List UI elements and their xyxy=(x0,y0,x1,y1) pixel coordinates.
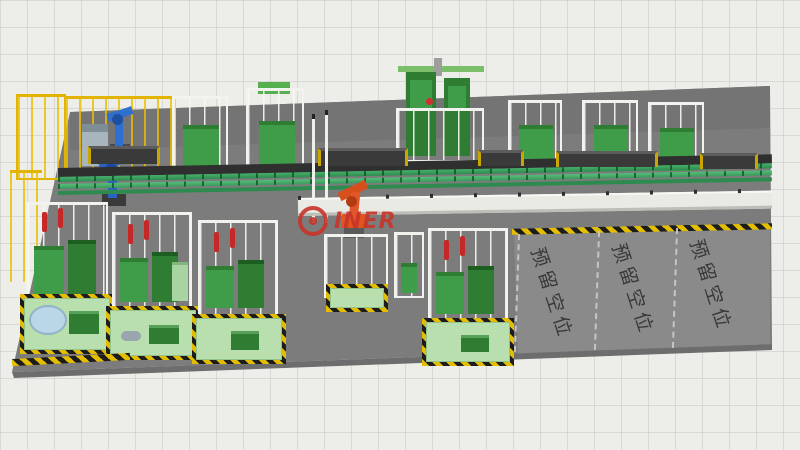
conveyor-segment xyxy=(478,150,524,166)
green-machine-dark xyxy=(238,260,264,308)
red-column xyxy=(144,220,149,240)
conveyor-segment xyxy=(88,146,160,164)
factory-3d-viewport[interactable]: 预留空位 预留空位 预留空位 xyxy=(0,0,800,450)
robot-mat xyxy=(326,284,388,312)
station-mat-surface xyxy=(24,298,110,350)
red-column xyxy=(128,224,133,244)
coolant-tank xyxy=(29,305,67,335)
green-machine xyxy=(120,258,148,302)
station-mat-surface xyxy=(426,322,510,362)
pump-unit xyxy=(231,331,259,350)
green-machine xyxy=(436,272,464,314)
red-column xyxy=(444,240,449,260)
workstation-cell xyxy=(420,226,516,368)
robot-joint xyxy=(112,114,123,125)
station-mat xyxy=(20,294,114,354)
pump-unit xyxy=(69,311,99,334)
station-mat-surface xyxy=(110,310,196,356)
robot-mat-surface xyxy=(330,288,384,308)
green-machine xyxy=(34,246,64,294)
central-press-machine xyxy=(398,64,484,162)
red-column xyxy=(58,208,63,228)
green-machine xyxy=(401,263,417,293)
green-machine-dark xyxy=(468,266,494,314)
status-lamp-red xyxy=(426,98,433,105)
station-mat xyxy=(106,306,200,360)
roller-unit xyxy=(121,331,141,341)
station-mat xyxy=(192,314,286,364)
red-column xyxy=(230,228,235,248)
robot-cell xyxy=(322,178,428,314)
workstation-cell xyxy=(192,218,288,366)
watermark-logo-icon xyxy=(298,206,328,236)
machine-panel xyxy=(448,86,466,110)
pump-unit xyxy=(461,335,489,352)
green-cabinet xyxy=(172,262,188,301)
watermark-text: INER xyxy=(334,209,397,234)
watermark-logo-dot xyxy=(309,217,317,225)
workstation-cell xyxy=(106,210,202,362)
conveyor-segment xyxy=(700,153,758,169)
red-column xyxy=(214,232,219,252)
station-mat-surface xyxy=(196,318,282,360)
green-machine xyxy=(259,121,295,169)
station-mat xyxy=(422,318,514,366)
machine-cage xyxy=(396,108,484,162)
red-column xyxy=(42,212,47,232)
pump-unit xyxy=(149,325,179,344)
machine-cage xyxy=(172,96,228,168)
conveyor-segment xyxy=(318,148,408,166)
red-column xyxy=(460,236,465,256)
machine-cage xyxy=(246,88,304,168)
green-machine xyxy=(183,125,219,169)
green-machine xyxy=(206,266,234,308)
green-machine-dark xyxy=(68,240,96,294)
conveyor-segment xyxy=(556,151,658,167)
workstation-cell xyxy=(20,200,116,358)
watermark: INER xyxy=(298,206,397,236)
